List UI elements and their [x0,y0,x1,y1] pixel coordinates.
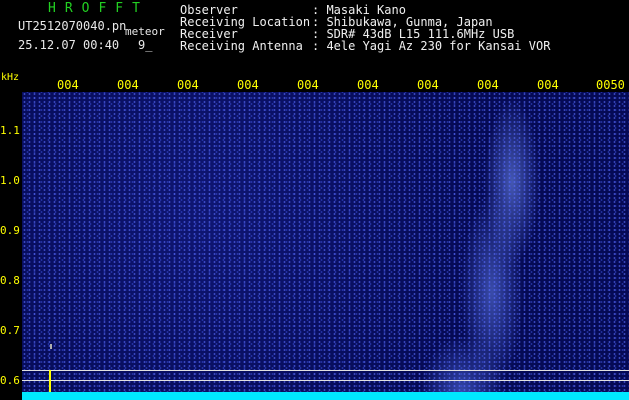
x-tick-label: 004 [297,78,319,92]
x-tick-label: 004 [177,78,199,92]
x-tick-label: 004 [477,78,499,92]
header-panel: HROFFT UT2512070040.pn meteor 25.12.07 0… [0,0,629,76]
spectrogram-plot [22,92,629,400]
y-tick-label: 0.7 [0,324,20,337]
x-tick-label: 0050 [596,78,625,92]
y-tick-label: 1.0 [0,174,20,187]
meteor-tag: meteor [125,25,165,38]
marker-line-lower [22,380,629,381]
noise-dot [50,344,52,349]
y-tick-label: 0.9 [0,224,20,237]
y-tick-label: 0.6 [0,374,20,387]
noise-texture [22,92,629,400]
x-tick-label: 004 [57,78,79,92]
info-key: Receiving Antenna [180,39,303,53]
y-tick-label: 0.8 [0,274,20,287]
x-tick-label: 004 [417,78,439,92]
info-antenna: Receiving Antenna : 4ele Yagi Az 230 for … [180,40,550,52]
info-value: : 4ele Yagi Az 230 for Kansai VOR [312,39,551,53]
x-tick-label: 004 [537,78,559,92]
filename-label: UT2512070040.pn [18,19,127,33]
page-indicator: 9_ [138,38,153,52]
x-tick-label: 004 [357,78,379,92]
app-logo: HROFFT [48,1,149,16]
marker-line-upper [22,370,629,371]
x-tick-label: 004 [237,78,259,92]
y-axis-unit: kHz [1,72,20,83]
baseline-band [22,392,629,400]
y-tick-label: 1.1 [0,124,20,137]
timestamp-label: 25.12.07 00:40 [18,38,120,52]
x-tick-label: 004 [117,78,139,92]
